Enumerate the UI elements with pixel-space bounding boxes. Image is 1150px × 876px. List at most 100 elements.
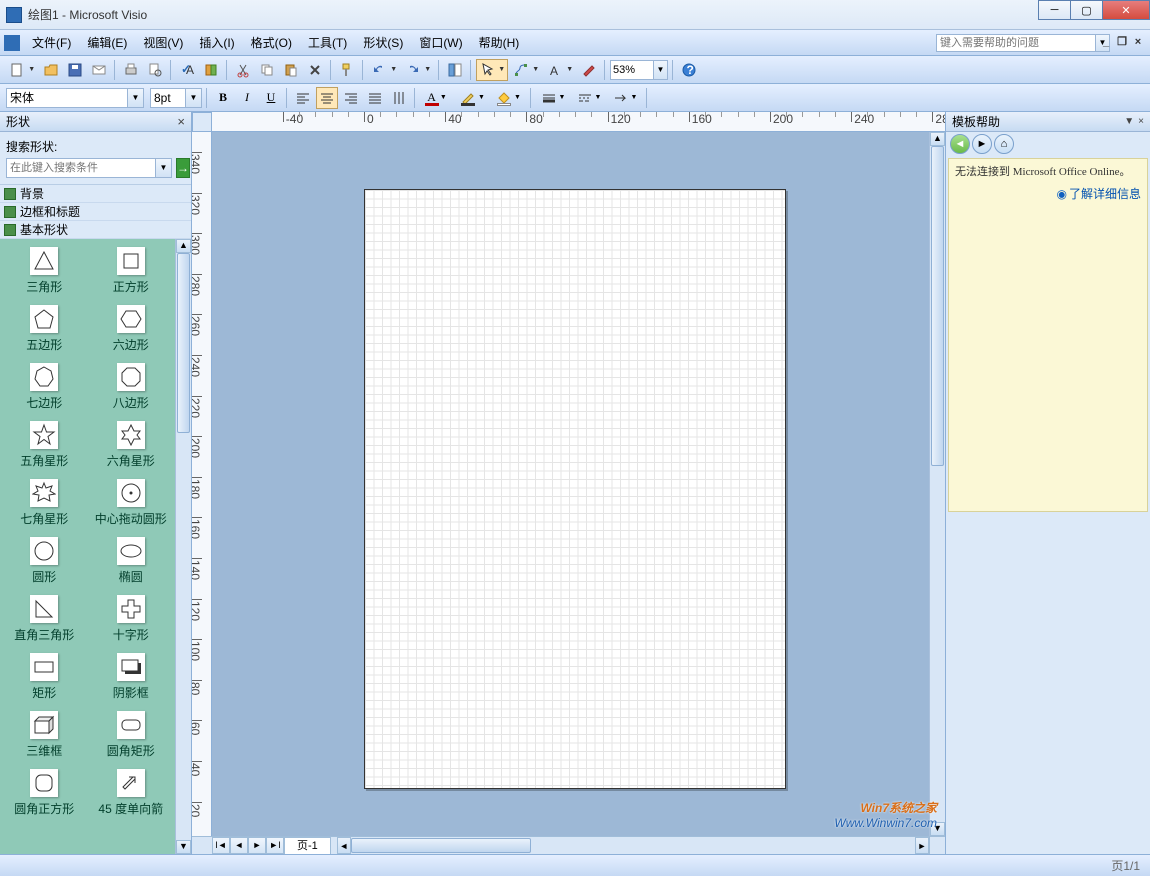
ruler-corner[interactable] xyxy=(192,112,212,132)
help-panel-dropdown-icon[interactable]: ▼ xyxy=(1124,116,1134,127)
menu-file[interactable]: 文件(F) xyxy=(24,32,79,53)
shape-item[interactable]: 中心拖动圆形 xyxy=(89,475,174,531)
stencil-basic-shapes[interactable]: 基本形状 xyxy=(0,221,191,239)
doc-close-button[interactable]: × xyxy=(1132,37,1144,49)
pointer-tool-button[interactable]: ▼ xyxy=(476,59,508,81)
copy-button[interactable] xyxy=(256,59,278,81)
menu-shape[interactable]: 形状(S) xyxy=(355,32,411,53)
font-size-dropdown[interactable]: ▼ xyxy=(186,88,202,108)
line-color-button[interactable]: ▼ xyxy=(456,87,490,109)
next-page-button[interactable]: ► xyxy=(248,837,266,854)
scroll-thumb[interactable] xyxy=(177,253,190,433)
shape-item[interactable]: 正方形 xyxy=(89,243,174,299)
doc-minimize-button[interactable]: _ xyxy=(1100,37,1112,49)
help-details-link[interactable]: ◉了解详细信息 xyxy=(955,185,1141,202)
italic-button[interactable]: I xyxy=(236,87,258,109)
search-go-button[interactable]: → xyxy=(176,158,190,178)
distribute-button[interactable] xyxy=(388,87,410,109)
paste-button[interactable] xyxy=(280,59,302,81)
last-page-button[interactable]: ►I xyxy=(266,837,284,854)
stencil-backgrounds[interactable]: 背景 xyxy=(0,185,191,203)
menu-edit[interactable]: 编辑(E) xyxy=(79,32,135,53)
email-button[interactable] xyxy=(88,59,110,81)
cut-button[interactable] xyxy=(232,59,254,81)
menu-view[interactable]: 视图(V) xyxy=(135,32,191,53)
connector-tool-button[interactable]: ▼ xyxy=(510,59,542,81)
research-button[interactable] xyxy=(200,59,222,81)
drawing-canvas[interactable] xyxy=(212,132,929,836)
scroll-thumb[interactable] xyxy=(931,146,944,466)
help-home-button[interactable]: ⌂ xyxy=(994,134,1014,154)
line-pattern-button[interactable]: ▼ xyxy=(572,87,606,109)
delete-button[interactable] xyxy=(304,59,326,81)
align-right-button[interactable] xyxy=(340,87,362,109)
shape-item[interactable]: 三角形 xyxy=(2,243,87,299)
menu-help[interactable]: 帮助(H) xyxy=(471,32,528,53)
text-tool-button[interactable]: A▼ xyxy=(544,59,576,81)
shape-item[interactable]: 五角星形 xyxy=(2,417,87,473)
shape-item[interactable]: 六角星形 xyxy=(89,417,174,473)
format-painter-button[interactable] xyxy=(336,59,358,81)
help-back-button[interactable]: ◄ xyxy=(950,134,970,154)
font-name-input[interactable] xyxy=(6,88,128,108)
horizontal-scrollbar[interactable]: ◄ ► xyxy=(337,837,929,854)
drawing-page[interactable] xyxy=(364,189,786,789)
menu-window[interactable]: 窗口(W) xyxy=(411,32,470,53)
stencil-borders-titles[interactable]: 边框和标题 xyxy=(0,203,191,221)
scroll-up-icon[interactable]: ▲ xyxy=(176,239,191,253)
menu-insert[interactable]: 插入(I) xyxy=(191,32,242,53)
redo-button[interactable]: ▼ xyxy=(402,59,434,81)
shape-item[interactable]: 十字形 xyxy=(89,591,174,647)
open-button[interactable] xyxy=(40,59,62,81)
help-search-input[interactable] xyxy=(936,34,1096,52)
menu-tools[interactable]: 工具(T) xyxy=(300,32,355,53)
ink-tool-button[interactable] xyxy=(578,59,600,81)
align-justify-button[interactable] xyxy=(364,87,386,109)
shape-item[interactable]: 圆角矩形 xyxy=(89,707,174,763)
page-tab[interactable]: 页-1 xyxy=(284,837,331,854)
prev-page-button[interactable]: ◄ xyxy=(230,837,248,854)
underline-button[interactable]: U xyxy=(260,87,282,109)
maximize-button[interactable]: ▢ xyxy=(1070,0,1103,20)
minimize-button[interactable]: ─ xyxy=(1038,0,1071,20)
first-page-button[interactable]: I◄ xyxy=(212,837,230,854)
search-shapes-dropdown[interactable]: ▼ xyxy=(156,158,172,178)
shape-item[interactable]: 七边形 xyxy=(2,359,87,415)
zoom-dropdown[interactable]: ▼ xyxy=(654,60,668,80)
print-preview-button[interactable] xyxy=(144,59,166,81)
search-shapes-input[interactable] xyxy=(6,158,156,178)
menu-format[interactable]: 格式(O) xyxy=(243,32,300,53)
vertical-scrollbar[interactable]: ▲ ▼ xyxy=(929,132,945,836)
zoom-input[interactable] xyxy=(610,60,654,80)
shape-item[interactable]: 阴影框 xyxy=(89,649,174,705)
align-left-button[interactable] xyxy=(292,87,314,109)
scroll-thumb[interactable] xyxy=(351,838,531,853)
fill-color-button[interactable]: ▼ xyxy=(492,87,526,109)
font-color-button[interactable]: A▼ xyxy=(420,87,454,109)
align-center-button[interactable] xyxy=(316,87,338,109)
vertical-ruler[interactable]: 3403203002802602402202001801601401201008… xyxy=(192,132,212,836)
shape-item[interactable]: 矩形 xyxy=(2,649,87,705)
shape-item[interactable]: 45 度单向箭 xyxy=(89,765,174,821)
scroll-up-icon[interactable]: ▲ xyxy=(930,132,945,146)
line-weight-button[interactable]: ▼ xyxy=(536,87,570,109)
shape-item[interactable]: 六边形 xyxy=(89,301,174,357)
shape-item[interactable]: 椭圆 xyxy=(89,533,174,589)
system-menu-icon[interactable] xyxy=(4,35,20,51)
shape-item[interactable]: 三维框 xyxy=(2,707,87,763)
scroll-right-icon[interactable]: ► xyxy=(915,837,929,854)
line-ends-button[interactable]: ▼ xyxy=(608,87,642,109)
shape-item[interactable]: 圆形 xyxy=(2,533,87,589)
shapes-panel-close-icon[interactable]: × xyxy=(177,114,185,129)
shape-item[interactable]: 圆角正方形 xyxy=(2,765,87,821)
shape-item[interactable]: 直角三角形 xyxy=(2,591,87,647)
help-forward-button[interactable]: ► xyxy=(972,134,992,154)
shape-item[interactable]: 八边形 xyxy=(89,359,174,415)
horizontal-ruler[interactable]: -4004080120160200240280320360400440480 xyxy=(212,112,945,132)
font-name-dropdown[interactable]: ▼ xyxy=(128,88,144,108)
spelling-button[interactable]: ✓AB xyxy=(176,59,198,81)
shapes-scrollbar[interactable]: ▲ ▼ xyxy=(175,239,191,854)
shape-item[interactable]: 五边形 xyxy=(2,301,87,357)
help-button[interactable]: ? xyxy=(678,59,700,81)
save-button[interactable] xyxy=(64,59,86,81)
